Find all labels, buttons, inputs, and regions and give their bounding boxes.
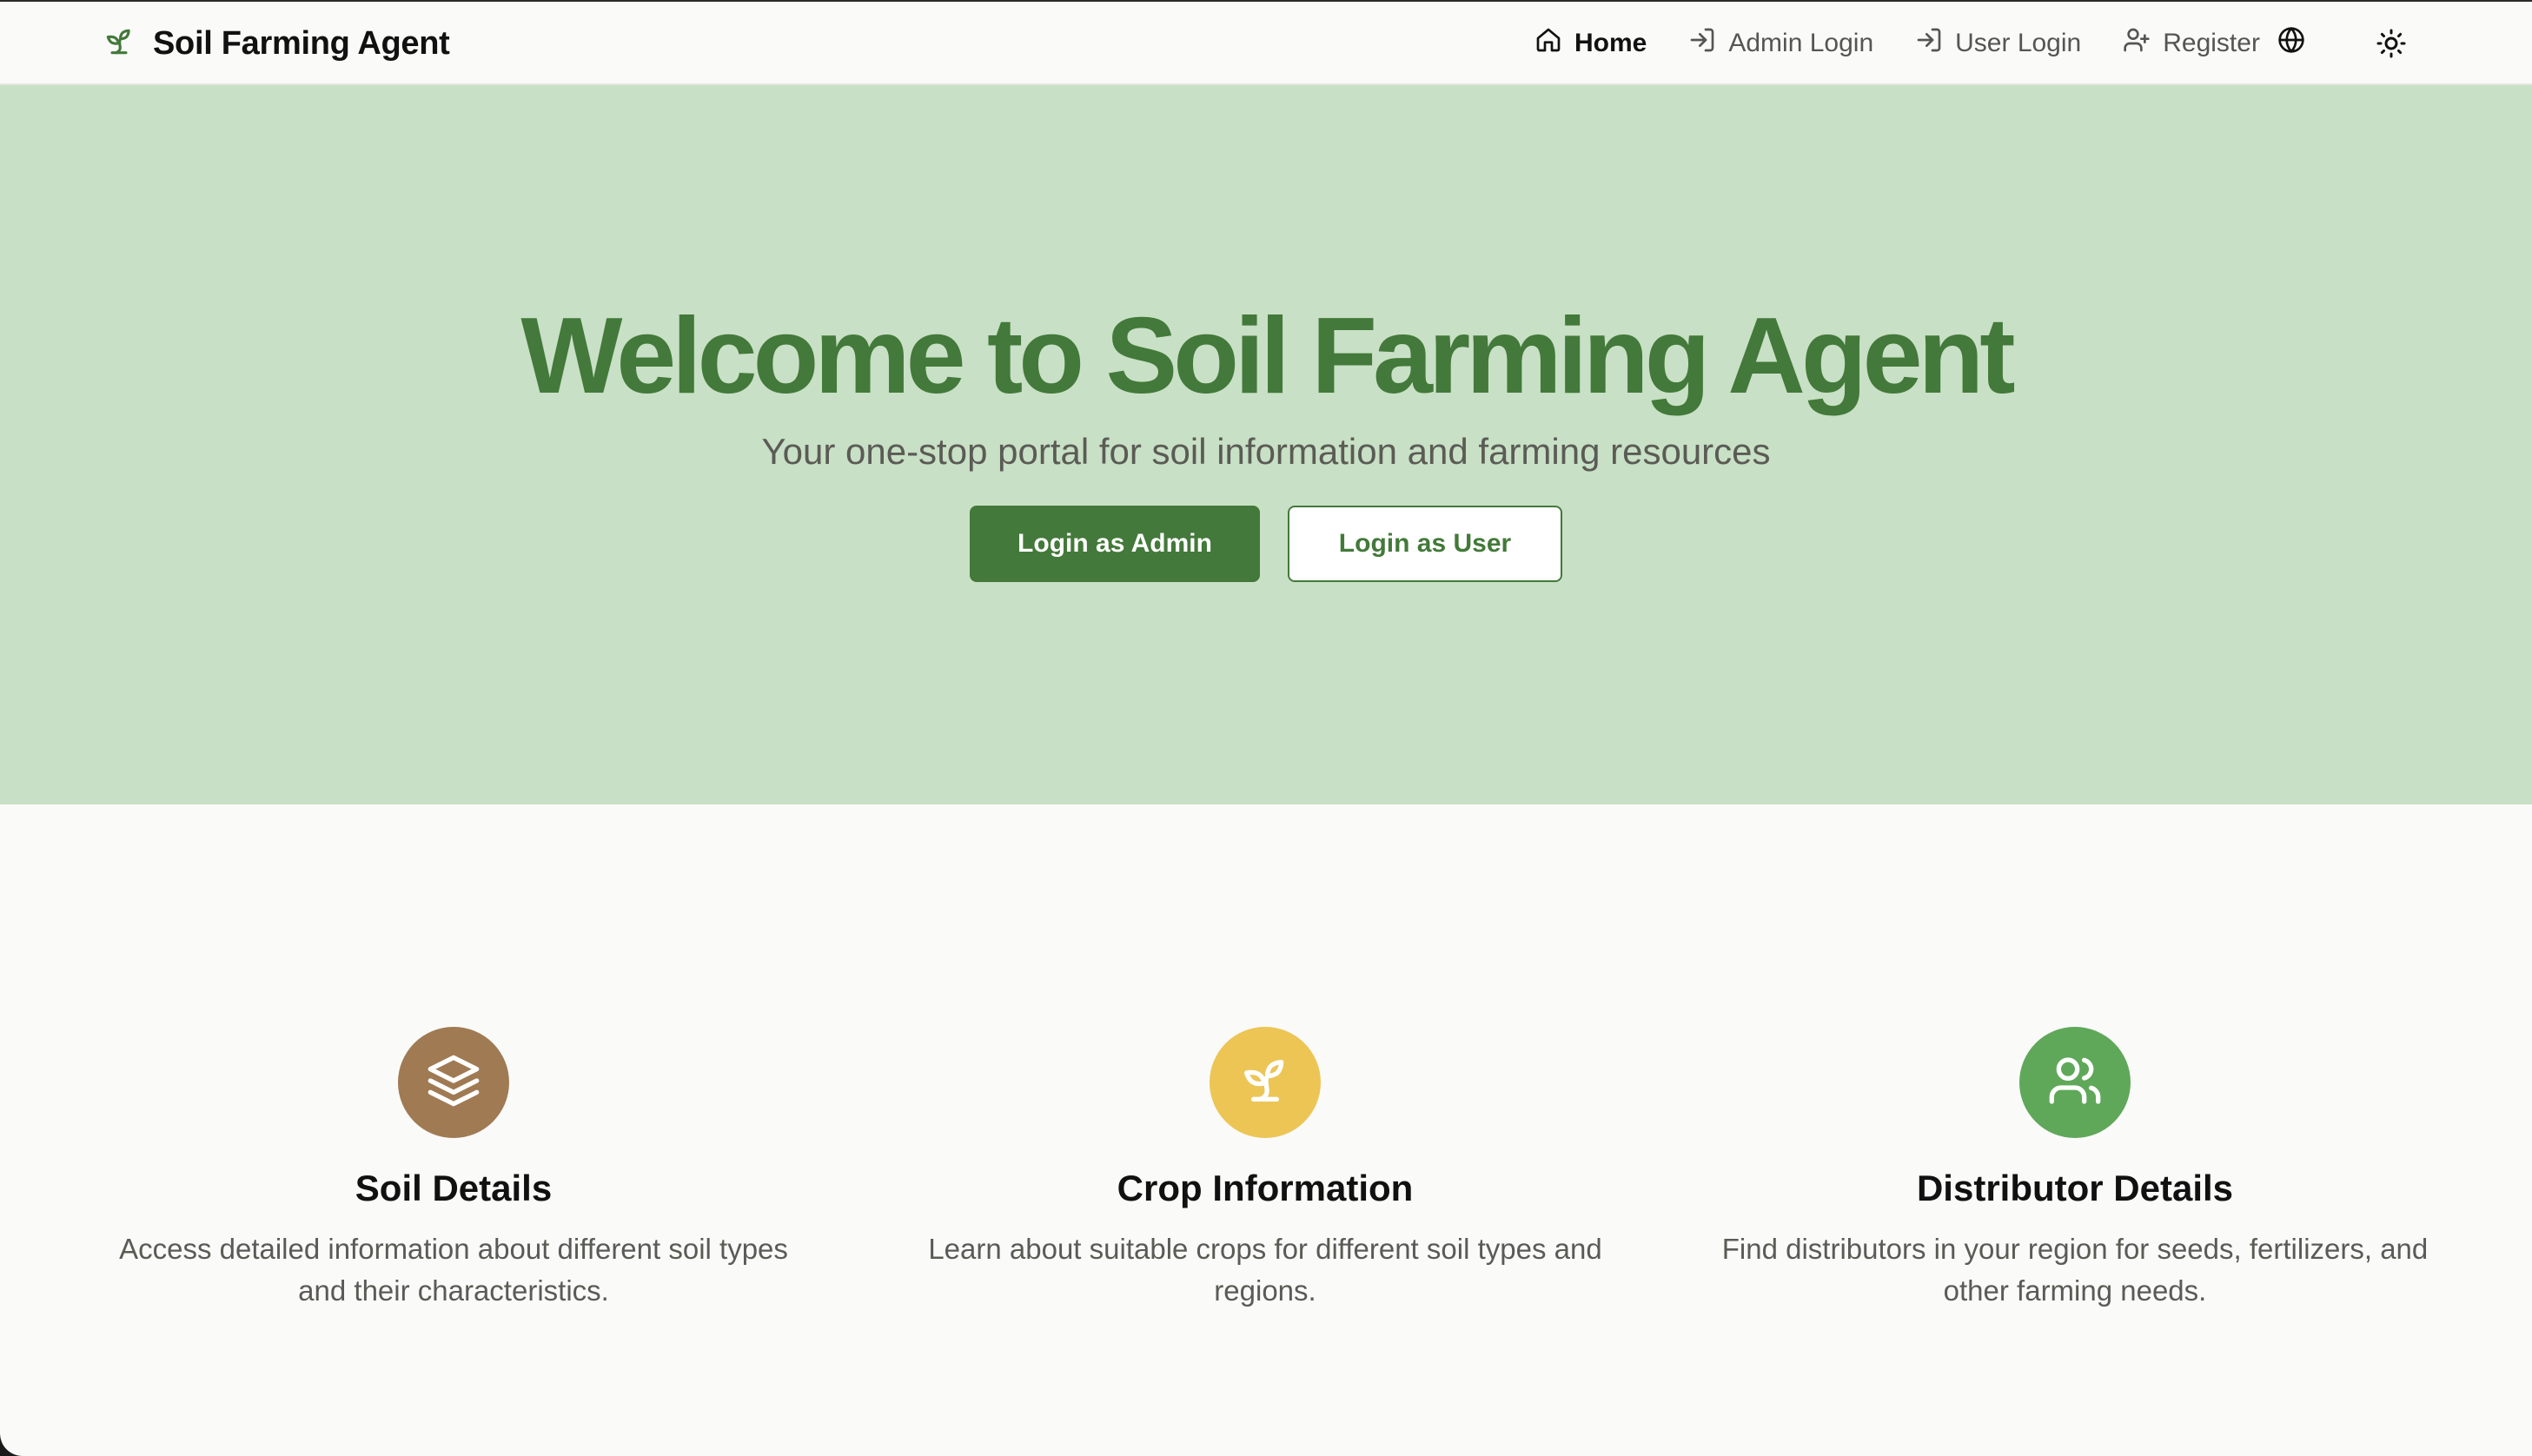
layers-icon [426, 1053, 481, 1113]
feature-icon-circle [398, 1027, 509, 1138]
sprout-icon [103, 25, 136, 63]
nav-admin-login-label: Admin Login [1728, 29, 1874, 57]
login-as-admin-button[interactable]: Login as Admin [970, 506, 1260, 582]
feature-icon-circle [1210, 1027, 1321, 1138]
brand[interactable]: Soil Farming Agent [103, 2, 450, 85]
app-window: Soil Farming Agent Home Admin Login User… [0, 0, 2532, 1456]
nav-home-label: Home [1574, 29, 1647, 57]
feature-description: Find distributors in your region for see… [1721, 1233, 2429, 1307]
home-icon [1534, 26, 1562, 61]
language-button[interactable] [2277, 26, 2305, 61]
feature-card-soil-details: Soil Details Access detailed information… [89, 1027, 819, 1312]
login-icon [1688, 26, 1716, 61]
nav-register[interactable]: Register [2123, 26, 2260, 61]
login-as-user-button[interactable]: Login as User [1288, 506, 1562, 582]
sprout-icon [1237, 1053, 1293, 1113]
feature-description: Access detailed information about differ… [119, 1233, 788, 1307]
nav-home[interactable]: Home [1534, 26, 1647, 61]
features-section: Soil Details Access detailed information… [0, 804, 2532, 1456]
feature-title: Soil Details [355, 1168, 553, 1208]
hero-section: Welcome to Soil Farming Agent Your one-s… [0, 85, 2532, 804]
globe-icon [2277, 26, 2305, 61]
feature-card-distributor-details: Distributor Details Find distributors in… [1710, 1027, 2440, 1312]
feature-card-crop-information: Crop Information Learn about suitable cr… [900, 1027, 1630, 1312]
hero-actions: Login as Admin Login as User [0, 506, 2532, 582]
brand-name: Soil Farming Agent [153, 24, 450, 62]
sun-icon [2376, 29, 2407, 63]
login-icon [1915, 26, 1943, 61]
nav-user-login[interactable]: User Login [1915, 26, 2081, 61]
nav-user-login-label: User Login [1955, 29, 2082, 57]
feature-icon-circle [2019, 1027, 2131, 1138]
users-icon [2047, 1053, 2103, 1113]
top-navbar: Soil Farming Agent Home Admin Login User… [0, 2, 2532, 85]
feature-title: Crop Information [1117, 1168, 1414, 1208]
nav-register-label: Register [2163, 29, 2260, 57]
user-plus-icon [2123, 26, 2151, 61]
nav-links: Home Admin Login User Login Register [1534, 2, 2305, 85]
hero-subtitle: Your one-stop portal for soil informatio… [761, 431, 1771, 472]
feature-description: Learn about suitable crops for different… [928, 1233, 1602, 1307]
hero-title: Welcome to Soil Farming Agent [520, 296, 2015, 416]
nav-admin-login[interactable]: Admin Login [1688, 26, 1873, 61]
theme-toggle-button[interactable] [2376, 28, 2407, 59]
feature-title: Distributor Details [1916, 1168, 2234, 1208]
